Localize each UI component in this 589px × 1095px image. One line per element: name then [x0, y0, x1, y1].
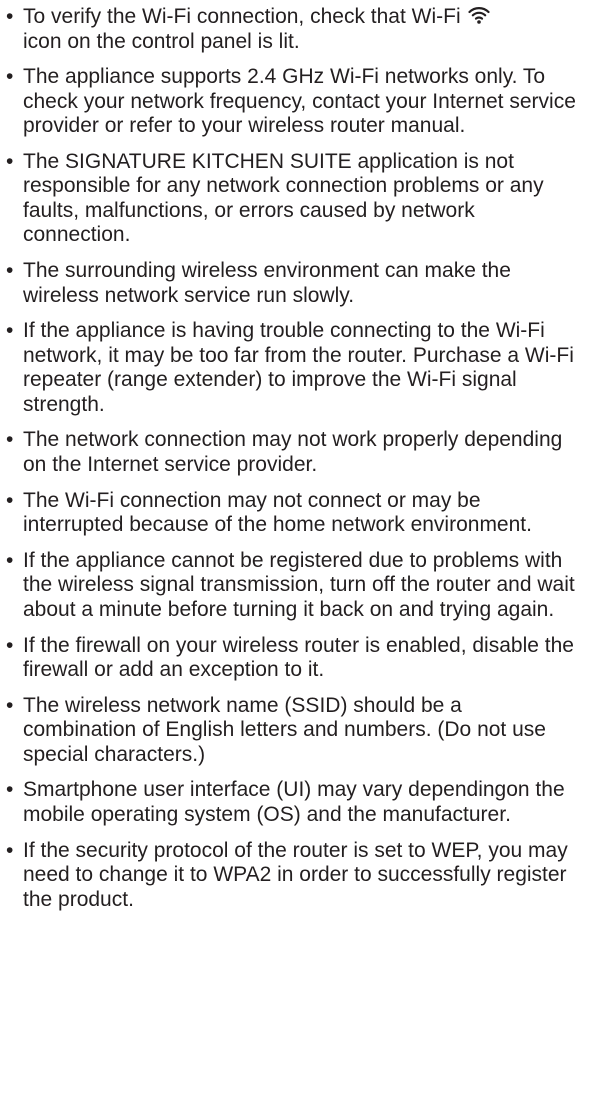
note-item: • If the firewall on your wireless router…	[6, 634, 577, 683]
note-text: Smartphone user interface (UI) may vary …	[23, 778, 565, 826]
bullet: •	[6, 65, 14, 89]
bullet: •	[6, 838, 14, 862]
bullet: •	[6, 488, 14, 512]
note-text: The SIGNATURE KITCHEN SUITE application …	[23, 149, 544, 247]
note-text: The appliance supports 2.4 GHz Wi-Fi net…	[23, 65, 576, 138]
bullet: •	[6, 428, 14, 452]
bullet: •	[6, 693, 14, 717]
note-text: The surrounding wireless environment can…	[23, 259, 511, 307]
network-notes-list: • To verify the Wi-Fi connection, check t…	[6, 5, 577, 912]
note-text: To verify the Wi-Fi connection, check th…	[23, 5, 461, 28]
bullet: •	[6, 778, 14, 802]
bullet: •	[6, 5, 14, 28]
note-item: • The appliance supports 2.4 GHz Wi-Fi ne…	[6, 65, 577, 139]
note-text: If the security protocol of the router i…	[23, 838, 568, 911]
note-item: • The network connection may not work pro…	[6, 428, 577, 477]
note-item: • The surrounding wireless environment ca…	[6, 259, 577, 308]
bullet: •	[6, 548, 14, 572]
bullet: •	[6, 149, 14, 173]
note-text: If the appliance is having trouble conne…	[23, 319, 574, 416]
bullet: •	[6, 633, 14, 657]
note-item: • The SIGNATURE KITCHEN SUITE application…	[6, 150, 577, 248]
note-item: • The Wi-Fi connection may not connect or…	[6, 489, 577, 538]
note-item: • If the security protocol of the router …	[6, 839, 577, 913]
note-text: The wireless network name (SSID) should …	[23, 693, 546, 766]
note-text: The network connection may not work prop…	[23, 428, 563, 476]
wifi-icon	[468, 5, 491, 25]
document-page: • To verify the Wi-Fi connection, check t…	[0, 0, 589, 1095]
note-text: If the firewall on your wireless router …	[23, 633, 574, 682]
note-text: The Wi-Fi connection may not connect or …	[23, 488, 532, 537]
note-text: icon on the control panel is lit.	[23, 29, 300, 53]
note-text: If the appliance cannot be registered du…	[23, 548, 575, 621]
note-item: • If the appliance is having trouble conn…	[6, 319, 577, 417]
bullet: •	[6, 259, 14, 283]
bullet: •	[6, 319, 14, 343]
note-item: • If the appliance cannot be registered d…	[6, 549, 577, 623]
note-item: • Smartphone user interface (UI) may vary…	[6, 778, 577, 827]
note-item: • To verify the Wi-Fi connection, check t…	[6, 5, 577, 54]
note-item: • The wireless network name (SSID) should…	[6, 694, 577, 768]
